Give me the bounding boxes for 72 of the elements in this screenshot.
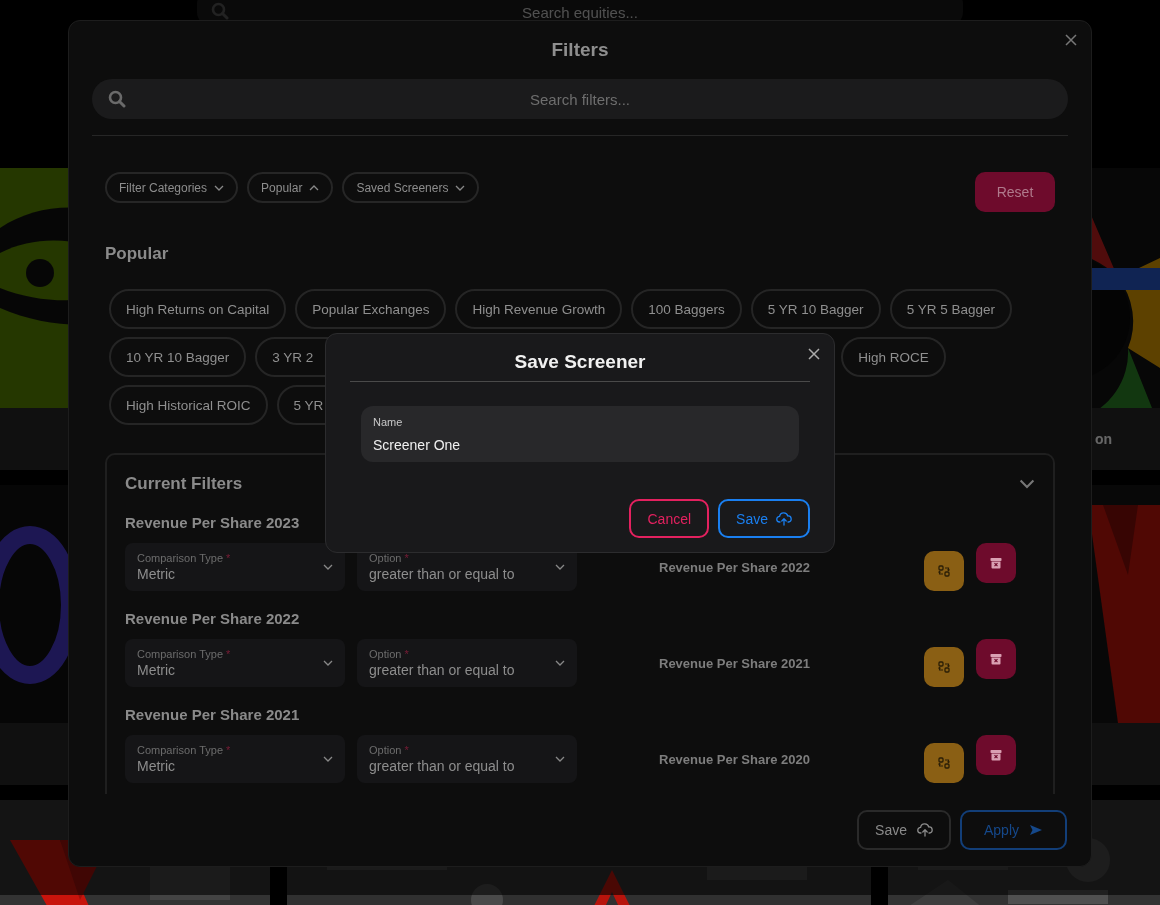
dropdown-button[interactable]: Saved Screeners (342, 172, 480, 203)
caret-down-icon (555, 756, 565, 762)
save-button[interactable]: Save (718, 499, 810, 538)
field-value: Metric (137, 661, 177, 679)
field-value: greater than or equal to (369, 565, 516, 583)
filter-chip[interactable]: 100 Baggers (631, 289, 742, 329)
delete-button[interactable] (976, 735, 1016, 775)
filter-chip[interactable]: High Revenue Growth (455, 289, 623, 329)
field-value: Metric (137, 757, 177, 775)
send-icon (1029, 824, 1043, 836)
search-icon (108, 90, 126, 108)
filter-chip[interactable]: 5 YR 10 Bagger (750, 289, 881, 329)
filter-chip[interactable]: 10 YR 10 Bagger (109, 337, 247, 377)
caret-down-icon (323, 756, 333, 762)
filter-title: Revenue Per Share 2022 (125, 609, 300, 629)
swap-button[interactable] (924, 551, 964, 591)
swap-icon (938, 757, 950, 769)
filter-title: Revenue Per Share 2023 (125, 513, 300, 533)
reset-button[interactable]: Reset (975, 172, 1055, 212)
target-metric: Revenue Per Share 2021 (659, 655, 812, 671)
filter-title: Revenue Per Share 2021 (125, 705, 300, 725)
select-field[interactable]: Comparison Type * Metric (125, 639, 345, 687)
field-value: greater than or equal to (369, 757, 516, 775)
filter-chip[interactable]: High Historical ROIC (109, 385, 268, 425)
target-metric: Revenue Per Share 2022 (659, 559, 812, 575)
save-button[interactable]: Save (857, 810, 951, 850)
filter-chip[interactable]: High ROCE (841, 337, 946, 377)
caret-down-icon (323, 564, 333, 570)
field-value: greater than or equal to (369, 661, 516, 679)
section-heading: Popular (105, 244, 170, 264)
trash-icon (990, 557, 1002, 569)
filter-chip[interactable]: Popular Exchanges (295, 289, 447, 329)
field-label: Option * (369, 551, 410, 565)
cancel-button[interactable]: Cancel (629, 499, 710, 538)
field-value: Metric (137, 565, 177, 583)
field-label: Comparison Type * (137, 743, 232, 757)
filter-chip[interactable]: High Returns on Capital (109, 289, 287, 329)
swap-button[interactable] (924, 743, 964, 783)
delete-button[interactable] (976, 639, 1016, 679)
cloud-upload-icon (916, 823, 933, 837)
dropdown-button[interactable]: Filter Categories (105, 172, 239, 203)
dialog-title: Save Screener (513, 350, 647, 374)
select-field[interactable]: Comparison Type * Metric (125, 735, 345, 783)
select-field[interactable]: Option * greater than or equal to (357, 735, 577, 783)
filter-chip[interactable]: 5 YR 5 Bagger (889, 289, 1012, 329)
field-label: Option * (369, 647, 410, 661)
panel-title: Current Filters (125, 474, 243, 494)
caret-down-icon (555, 564, 565, 570)
select-field[interactable]: Comparison Type * Metric (125, 543, 345, 591)
delete-button[interactable] (976, 543, 1016, 583)
search-icon (211, 2, 229, 20)
trash-icon (990, 749, 1002, 761)
field-label: Comparison Type * (137, 647, 232, 661)
swap-button[interactable] (924, 647, 964, 687)
field-label: Name (373, 416, 403, 429)
select-field[interactable]: Option * greater than or equal to (357, 639, 577, 687)
caret-down-icon (555, 660, 565, 666)
dropdown-button[interactable]: Popular (247, 172, 334, 203)
card-caption: on (1094, 431, 1112, 447)
chevron-down-icon (1019, 479, 1035, 489)
search-field[interactable]: Search filters... (92, 79, 1068, 119)
caret-down-icon (323, 660, 333, 666)
field-label: Option * (369, 743, 410, 757)
dialog-title: Filters (551, 39, 609, 61)
trash-icon (990, 653, 1002, 665)
target-metric: Revenue Per Share 2020 (659, 751, 812, 767)
swap-icon (938, 565, 950, 577)
swap-icon (938, 661, 950, 673)
close-button[interactable] (808, 348, 820, 360)
field-label: Comparison Type * (137, 551, 232, 565)
close-button[interactable] (1065, 34, 1077, 46)
cloud-upload-icon (776, 511, 792, 526)
